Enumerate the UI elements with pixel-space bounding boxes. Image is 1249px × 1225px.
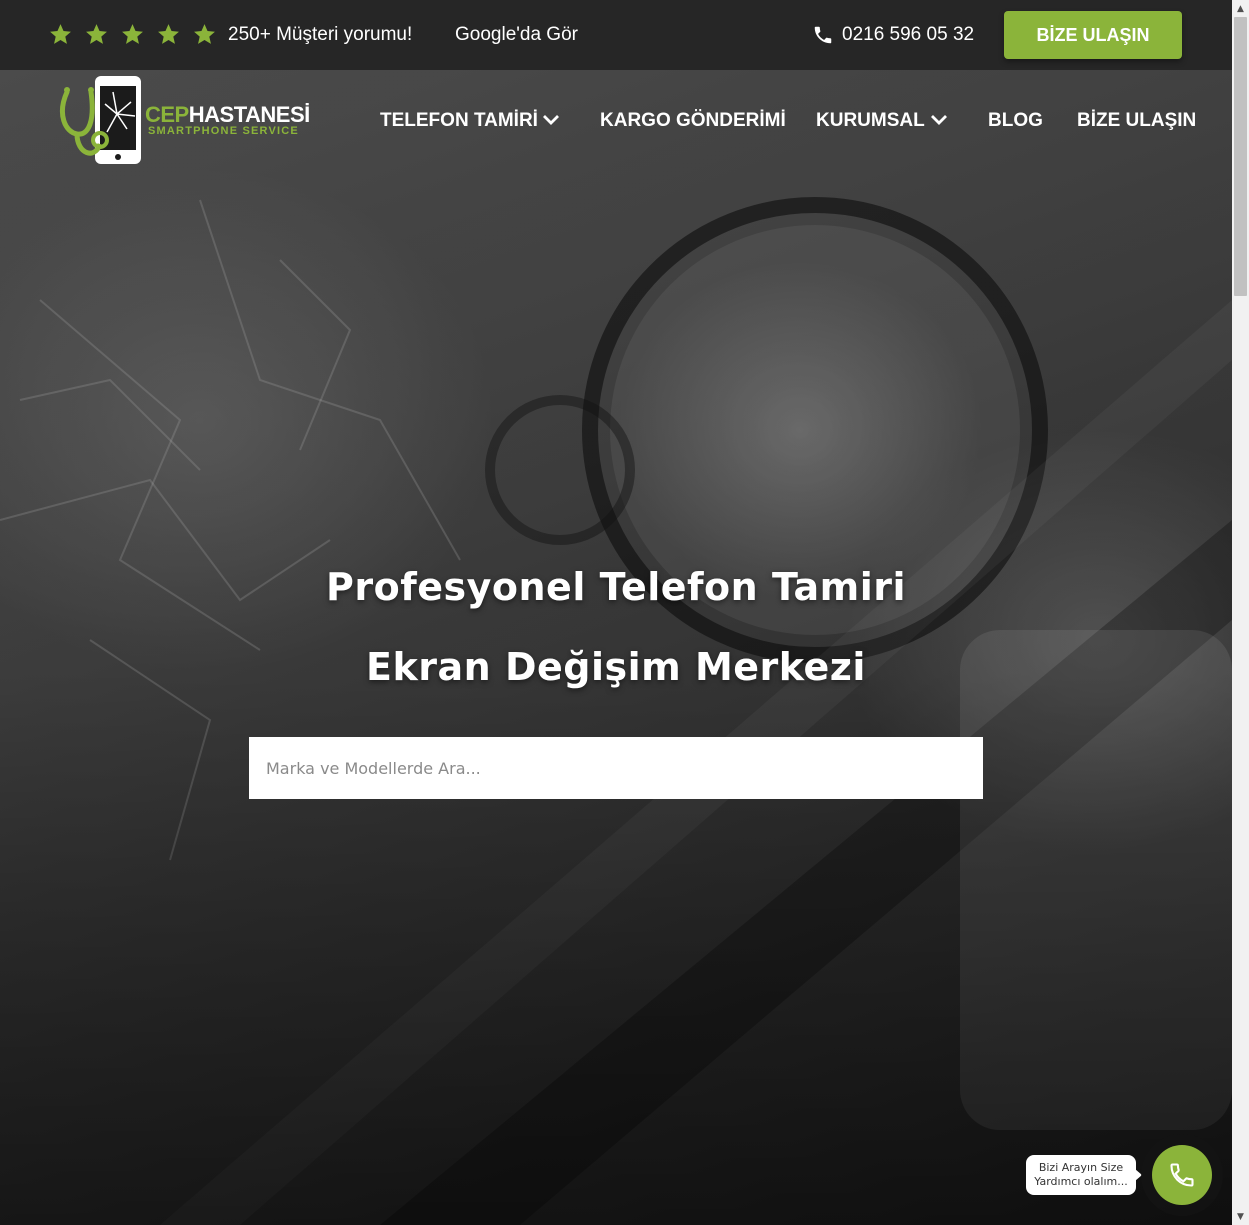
scroll-thumb[interactable] — [1234, 17, 1247, 296]
call-tooltip-line1: Bizi Arayın Size — [1038, 1161, 1124, 1174]
hero-background — [0, 0, 1232, 1225]
phone-icon — [814, 26, 832, 44]
top-bar: 250+ Müşteri yorumu! Google'da Gör 0216 … — [0, 0, 1232, 70]
rating-stars — [48, 22, 217, 47]
scroll-down-arrow[interactable]: ▼ — [1232, 1208, 1249, 1225]
scroll-up-arrow[interactable]: ▲ — [1232, 0, 1249, 17]
star-icon — [194, 24, 215, 44]
chevron-down-icon[interactable] — [930, 113, 948, 127]
google-reviews-link[interactable]: Google'da Gör — [455, 24, 578, 46]
call-tooltip-line2: Yardımcı olalım... — [1034, 1175, 1128, 1188]
vertical-scrollbar[interactable]: ▲ ▼ — [1232, 0, 1249, 1225]
stethoscope-phone-logo-icon — [60, 76, 141, 164]
nav-item-telefon-tamiri[interactable]: TELEFON TAMİRİ — [380, 110, 538, 132]
logo-brand-part2: HASTANESİ — [188, 102, 311, 127]
star-icon — [158, 24, 179, 44]
nav-item-kurumsal[interactable]: KURUMSAL — [816, 110, 925, 132]
call-icon — [1170, 1163, 1194, 1187]
call-tooltip: Bizi Arayın Size Yardımcı olalım... — [1026, 1155, 1142, 1195]
logo-tagline: SMARTPHONE SERVICE — [148, 125, 299, 137]
hero-overlay — [0, 0, 1232, 1225]
contact-us-button[interactable]: BİZE ULAŞIN — [1004, 11, 1182, 59]
nav-item-bize-ulasin[interactable]: BİZE ULAŞIN — [1077, 110, 1196, 132]
hero-title-line1: Profesyonel Telefon Tamiri — [326, 565, 906, 609]
hero-title-line2: Ekran Değişim Merkezi — [366, 645, 866, 689]
star-icon — [50, 24, 71, 44]
reviews-text: 250+ Müşteri yorumu! — [228, 24, 413, 45]
logo-brand-part1: CEP — [145, 102, 189, 127]
nav-item-kargo-gonderimi[interactable]: KARGO GÖNDERİMİ — [600, 110, 786, 132]
chevron-down-icon[interactable] — [542, 113, 560, 127]
nav-item-blog[interactable]: BLOG — [988, 110, 1043, 132]
search-input[interactable] — [249, 737, 983, 799]
star-icon — [122, 24, 143, 44]
phone-number-link[interactable]: 0216 596 05 32 — [842, 24, 974, 46]
call-button[interactable] — [1152, 1145, 1212, 1205]
star-icon — [86, 24, 107, 44]
